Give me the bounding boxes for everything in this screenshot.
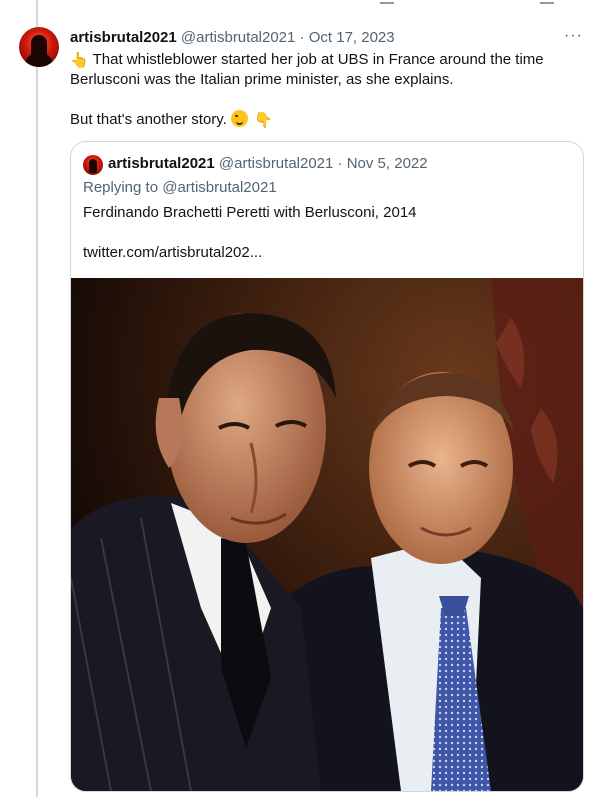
quoted-text: Ferdinando Brachetti Peretti with Berlus… xyxy=(83,204,417,221)
avatar[interactable] xyxy=(19,27,59,67)
quoted-author-handle: @artisbrutal2021 xyxy=(218,155,334,172)
winking-face-emoji-icon xyxy=(231,110,249,127)
point-up-emoji-icon: 👆 xyxy=(70,52,89,69)
tweet[interactable]: artisbrutal2021 @artisbrutal2021 · Oct 1… xyxy=(0,0,615,797)
tweet-text: 👆 That whistleblower started her job at … xyxy=(70,50,590,130)
quoted-date: Nov 5, 2022 xyxy=(346,155,428,172)
author-name[interactable]: artisbrutal2021 xyxy=(70,29,177,46)
tweet-text-line2-wrap: But that's another story. 👇 xyxy=(70,110,590,130)
quoted-photo[interactable] xyxy=(71,278,583,791)
tweet-date[interactable]: Oct 17, 2023 xyxy=(309,29,395,46)
replying-label: Replying to xyxy=(83,179,159,196)
replying-handle[interactable]: @artisbrutal2021 xyxy=(162,179,276,196)
more-options-icon[interactable]: ··· xyxy=(564,28,583,44)
tweet-header: artisbrutal2021 @artisbrutal2021 · Oct 1… xyxy=(70,29,395,46)
replying-to: Replying to @artisbrutal2021 xyxy=(83,179,277,196)
point-down-emoji-icon: 👇 xyxy=(254,112,273,129)
quoted-header: artisbrutal2021 @artisbrutal2021 · Nov 5… xyxy=(108,155,428,172)
tweet-text-line2: But that's another story. xyxy=(70,111,227,128)
tweet-text-line1: That whistleblower started her job at UB… xyxy=(70,51,544,88)
quoted-author-name: artisbrutal2021 xyxy=(108,155,215,172)
quoted-avatar xyxy=(83,155,103,175)
author-handle[interactable]: @artisbrutal2021 xyxy=(181,29,295,46)
quoted-separator: · xyxy=(337,155,343,172)
quoted-link[interactable]: twitter.com/artisbrutal202... xyxy=(83,243,262,263)
separator: · xyxy=(299,29,305,46)
quoted-tweet[interactable]: artisbrutal2021 @artisbrutal2021 · Nov 5… xyxy=(70,141,584,792)
